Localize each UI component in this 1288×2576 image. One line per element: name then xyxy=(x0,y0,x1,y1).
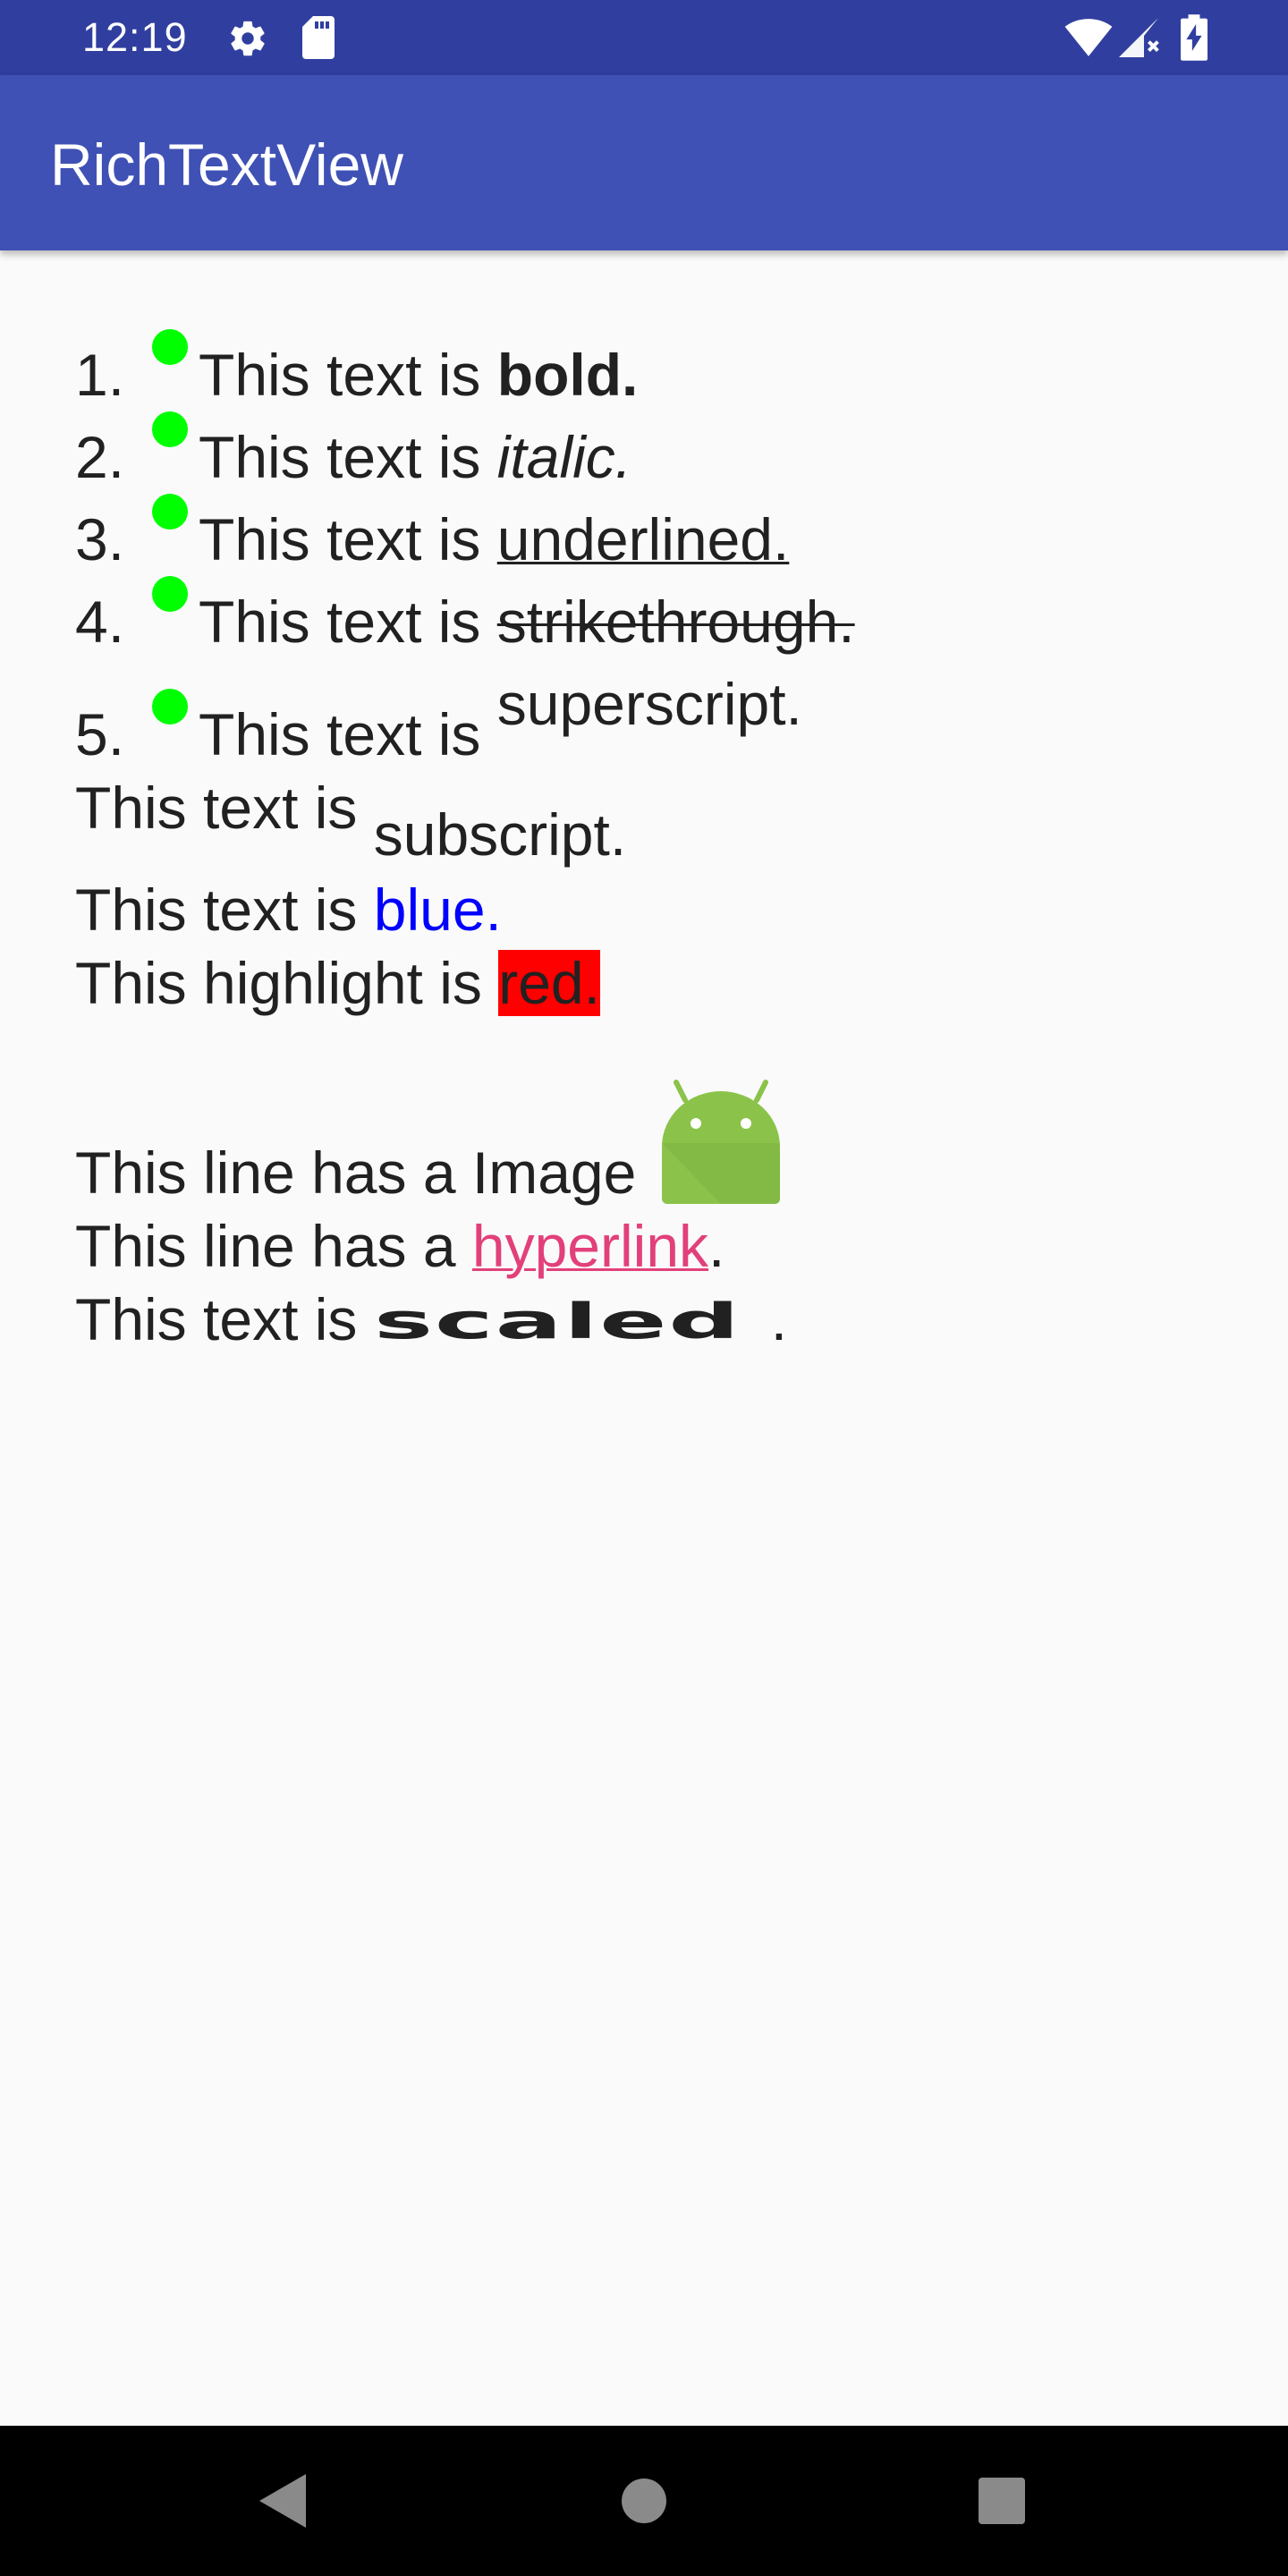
hyperlink-line: This line has a hyperlink. xyxy=(75,1209,1238,1283)
screen: 12:19 RichTextView 1. This text is bold. … xyxy=(0,0,1288,2576)
bullet-dot xyxy=(152,494,188,530)
list-text: This text is xyxy=(199,424,497,490)
image-line: This line has a Image xyxy=(75,1079,1238,1209)
list-item-strikethrough: 4. This text is strikethrough. xyxy=(75,576,1238,658)
app-title: RichTextView xyxy=(50,131,403,198)
scaled-line: This text is scaled. xyxy=(75,1283,1238,1359)
list-text: This text is xyxy=(199,342,497,408)
line-suffix: . xyxy=(708,1213,725,1279)
wifi-icon xyxy=(1064,19,1113,56)
line-text: This text is xyxy=(75,877,374,943)
bullet-dot xyxy=(152,411,188,447)
status-time: 12:19 xyxy=(82,14,188,60)
back-icon[interactable] xyxy=(256,2470,309,2531)
line-suffix: . xyxy=(770,1286,788,1352)
underlined-text: underlined. xyxy=(496,506,790,572)
strikethrough-text: strikethrough. xyxy=(496,589,855,655)
home-icon[interactable] xyxy=(617,2470,671,2531)
sdcard-icon xyxy=(302,16,335,59)
line-text: This text is xyxy=(75,775,374,841)
hyperlink[interactable]: hyperlink xyxy=(472,1213,708,1279)
bullet-dot xyxy=(152,576,188,612)
subscript-line: This text is subscript. xyxy=(75,771,1238,868)
list-number: 2. xyxy=(75,424,125,490)
line-text: This line has a xyxy=(75,1213,472,1279)
rich-text-view: 1. This text is bold. 2. This text is ital… xyxy=(75,329,1238,1359)
highlight-line: This highlight is red. xyxy=(75,946,1238,1020)
signal-icon xyxy=(1119,18,1159,57)
italic-text: italic. xyxy=(496,424,632,490)
app-bar: RichTextView xyxy=(0,75,1288,250)
list-text: This text is xyxy=(199,506,497,572)
list-item-bold: 1. This text is bold. xyxy=(75,329,1238,411)
list-number: 3. xyxy=(75,506,125,572)
superscript-text: superscript. xyxy=(496,671,802,737)
navigation-bar xyxy=(0,2426,1288,2576)
line-text: This highlight is xyxy=(75,950,499,1016)
bold-text: bold. xyxy=(496,342,639,408)
status-bar: 12:19 xyxy=(0,0,1288,75)
list-number: 5. xyxy=(75,701,125,767)
list-item-italic: 2. This text is italic. xyxy=(75,411,1238,494)
scaled-text: scaled xyxy=(373,1293,741,1351)
battery-icon xyxy=(1181,14,1208,61)
blue-text: blue. xyxy=(373,877,502,943)
list-text: This text is xyxy=(199,701,497,767)
list-number: 1. xyxy=(75,342,125,408)
line-text: This text is xyxy=(75,1286,374,1352)
highlighted-text: red. xyxy=(498,950,600,1016)
blue-line: This text is blue. xyxy=(75,873,1238,946)
gear-icon xyxy=(231,21,265,56)
list-text: This text is xyxy=(199,589,497,655)
android-robot-icon xyxy=(661,1080,780,1204)
line-text: This line has a Image xyxy=(75,1140,637,1206)
bullet-dot xyxy=(152,689,188,724)
list-number: 4. xyxy=(75,589,125,655)
list-item-underline: 3. This text is underlined. xyxy=(75,494,1238,576)
list-item-superscript: 5. This text is superscript. xyxy=(75,671,1238,771)
subscript-text: subscript. xyxy=(373,801,627,868)
recents-icon[interactable] xyxy=(975,2470,1029,2531)
bullet-dot xyxy=(152,329,188,365)
